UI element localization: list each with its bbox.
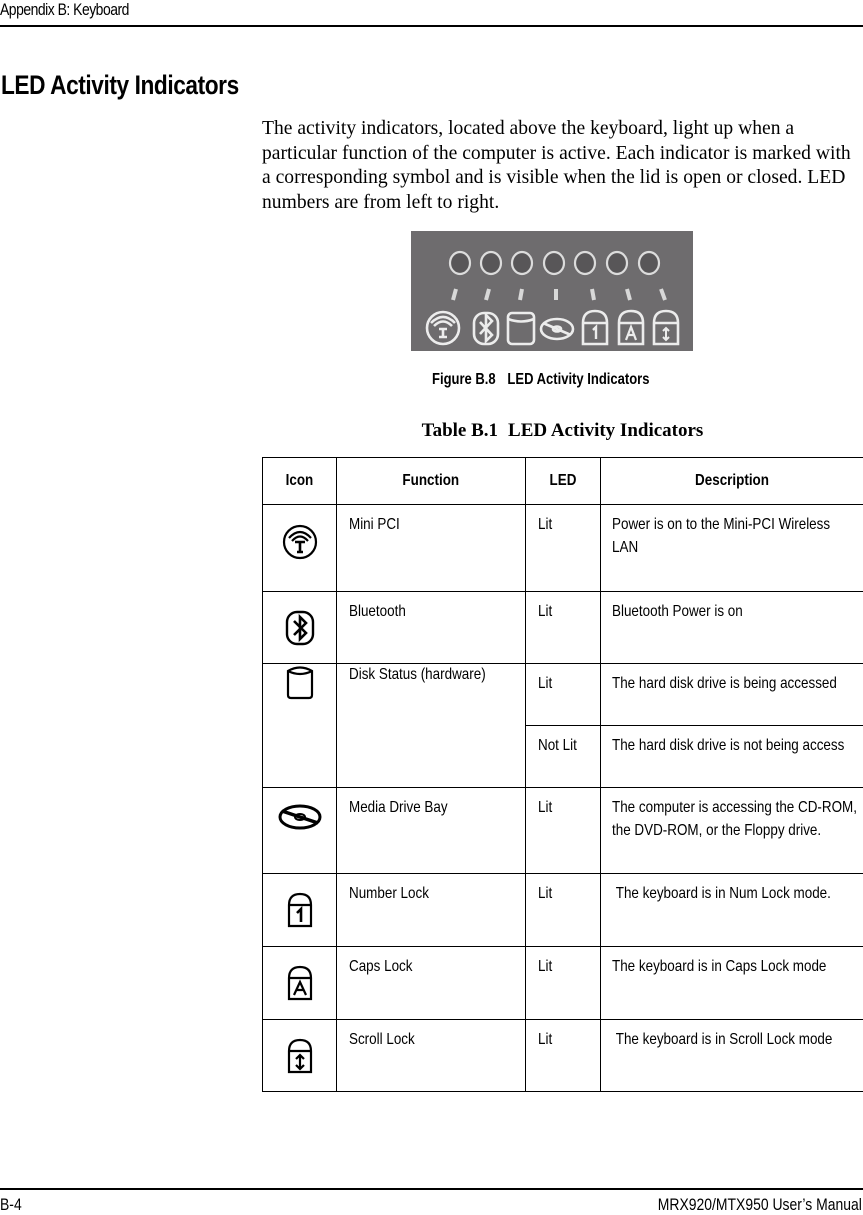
figure-caption-text: LED Activity Indicators: [507, 371, 649, 388]
function-cell: Number Lock: [337, 874, 526, 947]
led-state-cell: Lit: [526, 592, 601, 664]
icon-cell: [263, 505, 337, 592]
description-cell: The computer is accessing the CD-ROM, th…: [601, 788, 863, 874]
table-row: Disk Status (hardware) Lit The hard disk…: [263, 664, 863, 726]
icon-cell: [263, 592, 337, 664]
num-lock-icon: [286, 891, 314, 929]
led-1: [450, 252, 470, 274]
table-row: Media Drive Bay Lit The computer is acce…: [263, 788, 863, 874]
manual-title: MRX920/MTX950 User’s Manual: [658, 1195, 862, 1215]
header-icon: Icon: [263, 458, 337, 505]
function-cell: Disk Status (hardware): [337, 664, 526, 788]
description-cell: The hard disk drive is being accessed: [601, 664, 863, 726]
led-6: [607, 252, 627, 274]
led-state-cell: Lit: [526, 1020, 601, 1092]
led-indicator-table: Icon Function LED Description Mini PCI L…: [262, 457, 863, 1092]
description-cell: The keyboard is in Scroll Lock mode: [601, 1020, 863, 1092]
led-2: [481, 252, 501, 274]
disk-icon: [284, 664, 316, 700]
led-state-cell: Lit: [526, 947, 601, 1020]
section-title: LED Activity Indicators: [1, 70, 239, 101]
table-header-row: Icon Function LED Description: [263, 458, 863, 505]
icon-cell: [263, 1020, 337, 1092]
media-drive-icon: [277, 802, 323, 832]
figure-label: Figure B.8: [432, 371, 496, 388]
icon-cell: [263, 947, 337, 1020]
led-state-cell: Lit: [526, 505, 601, 592]
led-5: [575, 252, 595, 274]
led-state-cell: Not Lit: [526, 726, 601, 788]
icon-cell: [263, 664, 337, 788]
table-row: Number Lock Lit The keyboard is in Num L…: [263, 874, 863, 947]
function-cell: Caps Lock: [337, 947, 526, 1020]
table-title-text: LED Activity Indicators: [508, 420, 703, 441]
led-state-cell: Lit: [526, 664, 601, 726]
led-indicator-photo: [411, 231, 693, 351]
led-4: [544, 252, 564, 274]
intro-paragraph: The activity indicators, located above t…: [262, 117, 862, 215]
function-cell: Media Drive Bay: [337, 788, 526, 874]
function-cell: Scroll Lock: [337, 1020, 526, 1092]
header-rule: [0, 25, 863, 27]
table-title: Table B.1 LED Activity Indicators: [262, 420, 863, 442]
led-panel-graphic: [411, 231, 693, 351]
figure-caption: Figure B.8 LED Activity Indicators: [432, 371, 649, 389]
bluetooth-icon: [284, 609, 316, 647]
running-head: Appendix B: Keyboard: [0, 0, 129, 20]
led-state-cell: Lit: [526, 874, 601, 947]
footer-rule: [0, 1188, 863, 1190]
icon-cell: [263, 788, 337, 874]
caps-lock-icon: [286, 964, 314, 1002]
page-number: B-4: [0, 1195, 22, 1215]
wireless-lan-icon: [280, 522, 320, 562]
function-cell: Bluetooth: [337, 592, 526, 664]
table-row: Caps Lock Lit The keyboard is in Caps Lo…: [263, 947, 863, 1020]
table-row: Mini PCI Lit Power is on to the Mini-PCI…: [263, 505, 863, 592]
description-cell: The keyboard is in Num Lock mode.: [601, 874, 863, 947]
table-row: Bluetooth Lit Bluetooth Power is on: [263, 592, 863, 664]
description-cell: Power is on to the Mini-PCI Wireless LAN: [601, 505, 863, 592]
header-led: LED: [526, 458, 601, 505]
scroll-lock-icon: [286, 1037, 314, 1075]
header-description: Description: [601, 458, 863, 505]
table-row: Scroll Lock Lit The keyboard is in Scrol…: [263, 1020, 863, 1092]
icon-cell: [263, 874, 337, 947]
led-7: [639, 252, 659, 274]
header-function: Function: [337, 458, 526, 505]
function-cell: Mini PCI: [337, 505, 526, 592]
led-state-cell: Lit: [526, 788, 601, 874]
led-3: [512, 252, 532, 274]
description-cell: Bluetooth Power is on: [601, 592, 863, 664]
description-cell: The keyboard is in Caps Lock mode: [601, 947, 863, 1020]
description-cell: The hard disk drive is not being access: [601, 726, 863, 788]
table-label: Table B.1: [422, 420, 498, 441]
